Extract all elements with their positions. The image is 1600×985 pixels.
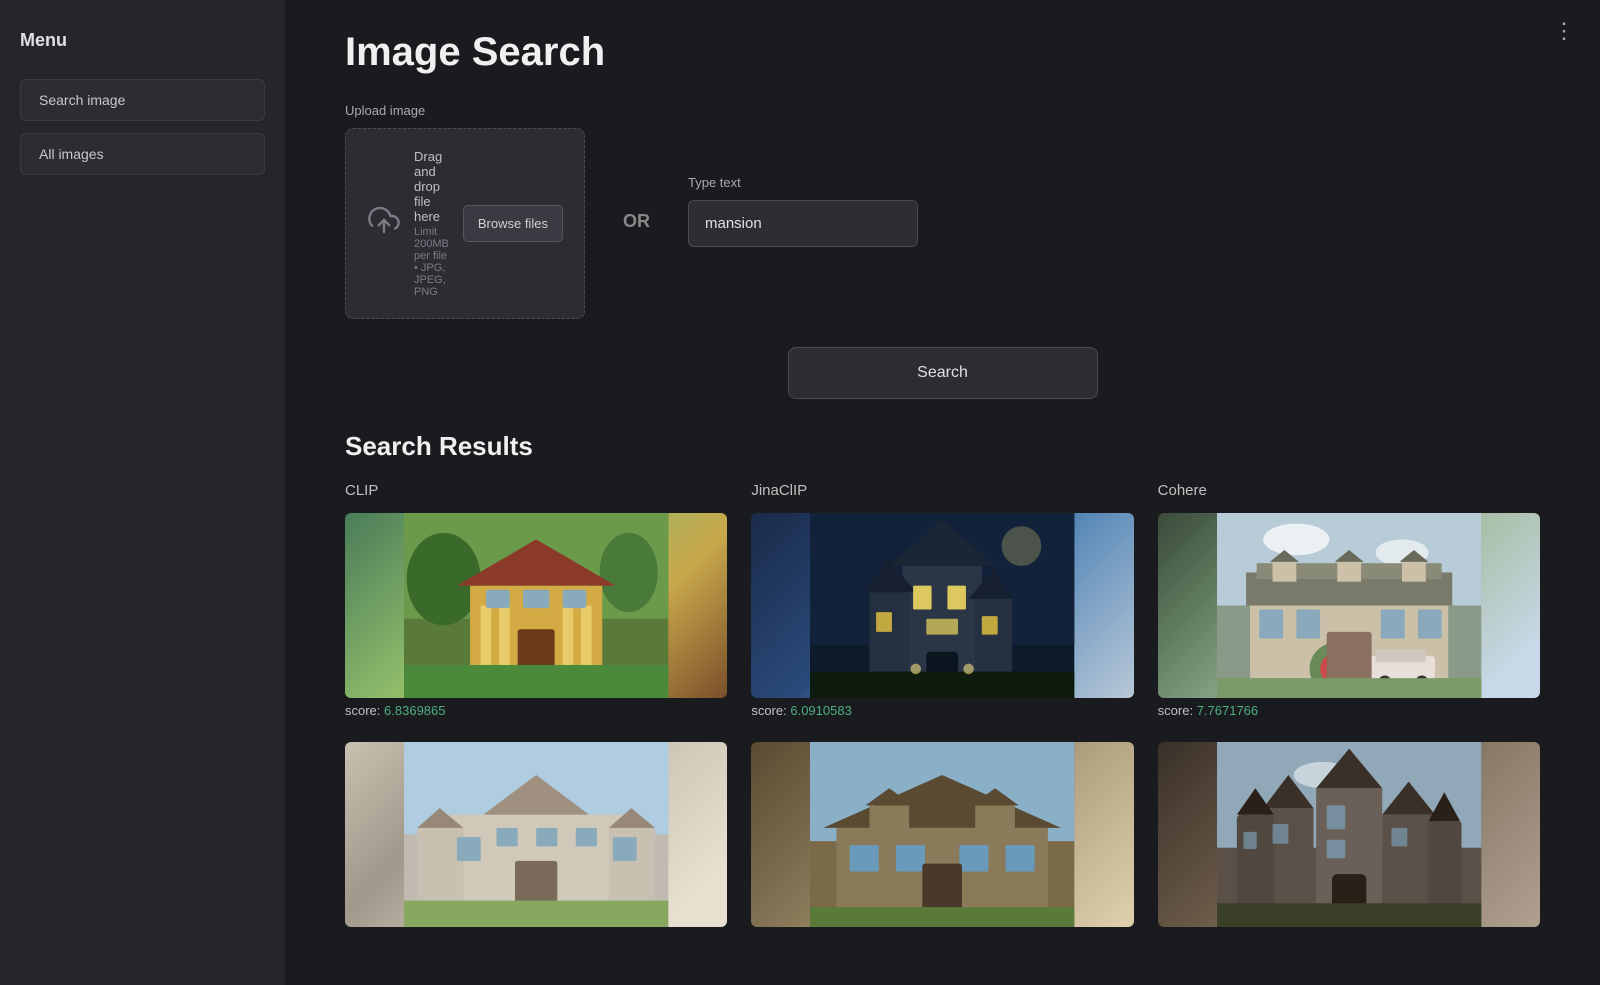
result-column-cohere: Cohere bbox=[1158, 482, 1540, 945]
result-column-clip: CLIP bbox=[345, 482, 727, 945]
upload-dropzone[interactable]: Drag and drop file here Limit 200MB per … bbox=[345, 128, 585, 319]
results-title: Search Results bbox=[345, 431, 1540, 462]
browse-files-button[interactable]: Browse files bbox=[463, 205, 563, 242]
list-item bbox=[751, 742, 1133, 927]
list-item: score: 7.7671766 bbox=[1158, 513, 1540, 718]
search-btn-container: Search bbox=[345, 347, 1540, 399]
clip-header: CLIP bbox=[345, 482, 727, 499]
type-text-section: Type text bbox=[688, 175, 918, 247]
upload-label: Upload image bbox=[345, 103, 585, 118]
upload-text-block: Drag and drop file here Limit 200MB per … bbox=[414, 149, 449, 298]
upload-sub-text: Limit 200MB per file • JPG, JPEG, PNG bbox=[414, 226, 449, 298]
type-text-label: Type text bbox=[688, 175, 918, 190]
more-icon: ⋮ bbox=[1553, 18, 1576, 43]
list-item: score: 6.8369865 bbox=[345, 513, 727, 718]
result-image-cohere-2[interactable] bbox=[1158, 742, 1540, 927]
list-item: score: 6.0910583 bbox=[751, 513, 1133, 718]
cohere-header: Cohere bbox=[1158, 482, 1540, 499]
type-text-input[interactable] bbox=[688, 200, 918, 247]
list-item bbox=[1158, 742, 1540, 927]
upload-cloud-icon bbox=[368, 204, 400, 243]
result-image-jina-1[interactable] bbox=[751, 513, 1133, 698]
main-content: Image Search Upload image Drag and drop … bbox=[285, 0, 1600, 985]
sidebar-title: Menu bbox=[20, 30, 265, 51]
result-score-value-cohere-1: 7.7671766 bbox=[1197, 703, 1258, 718]
or-divider: OR bbox=[613, 211, 660, 232]
result-image-cohere-1[interactable] bbox=[1158, 513, 1540, 698]
list-item bbox=[345, 742, 727, 927]
upload-main-text: Drag and drop file here bbox=[414, 149, 449, 224]
results-grid: CLIP bbox=[345, 482, 1540, 945]
sidebar: Menu Search image All images bbox=[0, 0, 285, 985]
sidebar-item-all-images[interactable]: All images bbox=[20, 133, 265, 175]
result-score-jina-1: score: 6.0910583 bbox=[751, 703, 1133, 718]
result-column-jinaclip: JinaClIP bbox=[751, 482, 1133, 945]
result-image-clip-1[interactable] bbox=[345, 513, 727, 698]
result-score-value-jina-1: 6.0910583 bbox=[790, 703, 851, 718]
result-score-value-clip-1: 6.8369865 bbox=[384, 703, 445, 718]
top-menu-button[interactable]: ⋮ bbox=[1553, 18, 1576, 44]
input-row: Upload image Drag and drop file here Lim… bbox=[345, 103, 1540, 319]
result-image-clip-2[interactable] bbox=[345, 742, 727, 927]
page-title: Image Search bbox=[345, 30, 1540, 75]
result-score-clip-1: score: 6.8369865 bbox=[345, 703, 727, 718]
result-image-jina-2[interactable] bbox=[751, 742, 1133, 927]
search-button[interactable]: Search bbox=[788, 347, 1098, 399]
upload-section: Upload image Drag and drop file here Lim… bbox=[345, 103, 585, 319]
result-score-cohere-1: score: 7.7671766 bbox=[1158, 703, 1540, 718]
sidebar-item-search-image[interactable]: Search image bbox=[20, 79, 265, 121]
jinaclip-header: JinaClIP bbox=[751, 482, 1133, 499]
